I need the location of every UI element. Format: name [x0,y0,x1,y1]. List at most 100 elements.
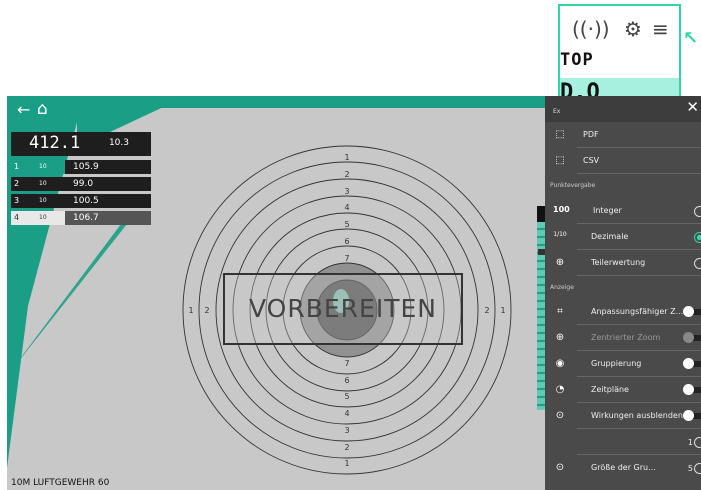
toggle-switch[interactable] [683,358,701,369]
series-shots: 10 [29,160,65,174]
display-option-adaptive-zoom[interactable]: ⌗ Anpassungsfähiger Z... [545,301,701,325]
row-label: Größe der Gru... [591,463,656,472]
ring-number: 1 [344,153,349,162]
series-value: 106.7 [65,211,151,225]
side-tab[interactable] [538,249,545,255]
scoring-option-integer[interactable]: 100 Integer [545,200,701,224]
series-shots: 10 [29,211,65,225]
radio-button[interactable] [694,206,701,217]
row-label: Integer [593,206,622,215]
export-section-label: Ex [553,108,561,115]
hide-effect-icon: ⊙ [555,410,565,421]
series-value: 100.5 [65,194,151,208]
back-arrow-icon[interactable]: ← [17,100,30,119]
ring-number: 4 [344,203,349,212]
gear-icon[interactable]: ⚙ [624,16,642,42]
pointer-arrow-icon: ↖ [683,28,699,49]
ring-number: 1 [500,306,505,315]
stop-label: TOP [560,50,594,70]
series-index: 4 [11,211,29,225]
settings-panel: Ex ✕ ⬚ PDF ⬚ CSV Punktevergabe 100 Integ… [545,96,701,490]
export-pdf-button[interactable]: ⬚ PDF [545,124,701,148]
total-score-box: 412.1 10.3 [11,132,151,156]
ring-number: 7 [344,254,349,263]
side-tab[interactable] [537,206,545,222]
radio-button[interactable] [694,232,701,243]
prepare-overlay[interactable]: VORBEREITEN [223,273,463,345]
close-icon[interactable]: ✕ [686,98,699,116]
decor-wedge [77,96,187,132]
home-icon[interactable]: ⌂ [37,99,48,119]
ring-number: 2 [204,306,209,315]
series-value: 99.0 [65,177,151,191]
ring-number: 2 [484,306,489,315]
radio-button[interactable] [694,437,701,448]
series-index: 1 [11,160,29,174]
plus-circle-icon: ⊕ [555,257,565,268]
series-value: 105.9 [65,160,151,174]
row-label: Dezimale [591,232,629,241]
export-icon: ⬚ [555,155,565,166]
display-option-centered-zoom[interactable]: ⊕ Zentrierter Zoom [545,327,701,351]
wireless-target-icon[interactable]: ((·)) [572,16,610,42]
ring-number: 2 [344,170,349,179]
display-option-schedules[interactable]: ◔ Zeitpläne [545,379,701,403]
target-icon: ⊕ [555,332,565,343]
ring-number: 6 [344,237,349,246]
toggle-switch[interactable] [683,384,701,395]
section-label: Anzeige [550,284,574,291]
ring-number: 1 [188,306,193,315]
export-icon: ⬚ [555,129,565,140]
scoring-option-teiler[interactable]: ⊕ Teilerwertung [545,252,701,276]
export-csv-button[interactable]: ⬚ CSV [545,150,701,174]
row-label: CSV [583,156,600,165]
ring-number: 1 [344,459,349,468]
scoring-option-decimal[interactable]: 1/10 Dezimale [545,226,701,250]
display-option-hide-effects[interactable]: ⊙ Wirkungen ausblenden [545,405,701,429]
ring-number: 4 [344,409,349,418]
series-row[interactable]: 2 10 99.0 [11,177,151,191]
app-screen: ← ⌂ 412.1 10.3 1 10 105.9 2 10 99.0 3 10… [7,96,701,490]
radio-button[interactable] [694,463,701,474]
hide-effect-icon: ⊙ [555,462,565,473]
row-label: Anpassungsfähiger Z... [591,307,684,316]
row-label: Zeitpläne [591,385,629,394]
radio-button[interactable] [694,258,701,269]
series-row[interactable]: 4 10 106.7 [11,211,151,225]
clock-icon: ◔ [555,384,565,395]
menu-icon[interactable]: ≡ [652,16,669,42]
ring-number: 6 [344,376,349,385]
series-index: 2 [11,177,29,191]
decimal-icon: 1/10 [553,231,567,238]
panel-header: Ex ✕ [545,96,701,122]
toolbar-icons: ((·)) ⚙ ≡ [572,16,677,42]
row-label: Teilerwertung [591,258,646,267]
ring-number: 5 [344,220,349,229]
ring-number: 5 [344,392,349,401]
series-row[interactable]: 1 10 105.9 [11,160,151,174]
value-row[interactable]: 1 [545,431,701,455]
section-label: Punktevergabe [550,182,596,189]
discipline-label: 10M LUFTGEWEHR 60 [11,478,110,488]
row-label: Zentrierter Zoom [591,333,661,342]
series-index: 3 [11,194,29,208]
row-value: 1 [687,438,693,447]
row-label: Wirkungen ausblenden [591,411,683,420]
shot-count: 10.3 [108,138,129,148]
series-row[interactable]: 3 10 100.5 [11,194,151,208]
integer-icon: 100 [553,205,570,214]
row-label: PDF [583,130,599,139]
toggle-switch[interactable] [683,410,701,421]
group-size-row[interactable]: ⊙ Größe der Gru... 5 [545,457,701,481]
series-shots: 10 [29,194,65,208]
ring-number: 3 [344,187,349,196]
series-shots: 10 [29,177,65,191]
crop-icon: ⌗ [557,306,563,317]
ring-number: 2 [344,443,349,452]
toggle-switch [683,332,701,343]
display-option-grouping[interactable]: ◉ Gruppierung [545,353,701,377]
row-value: 5 [687,464,693,473]
eye-icon: ◉ [555,358,565,369]
toggle-switch[interactable] [683,306,701,317]
row-label: Gruppierung [591,359,642,368]
